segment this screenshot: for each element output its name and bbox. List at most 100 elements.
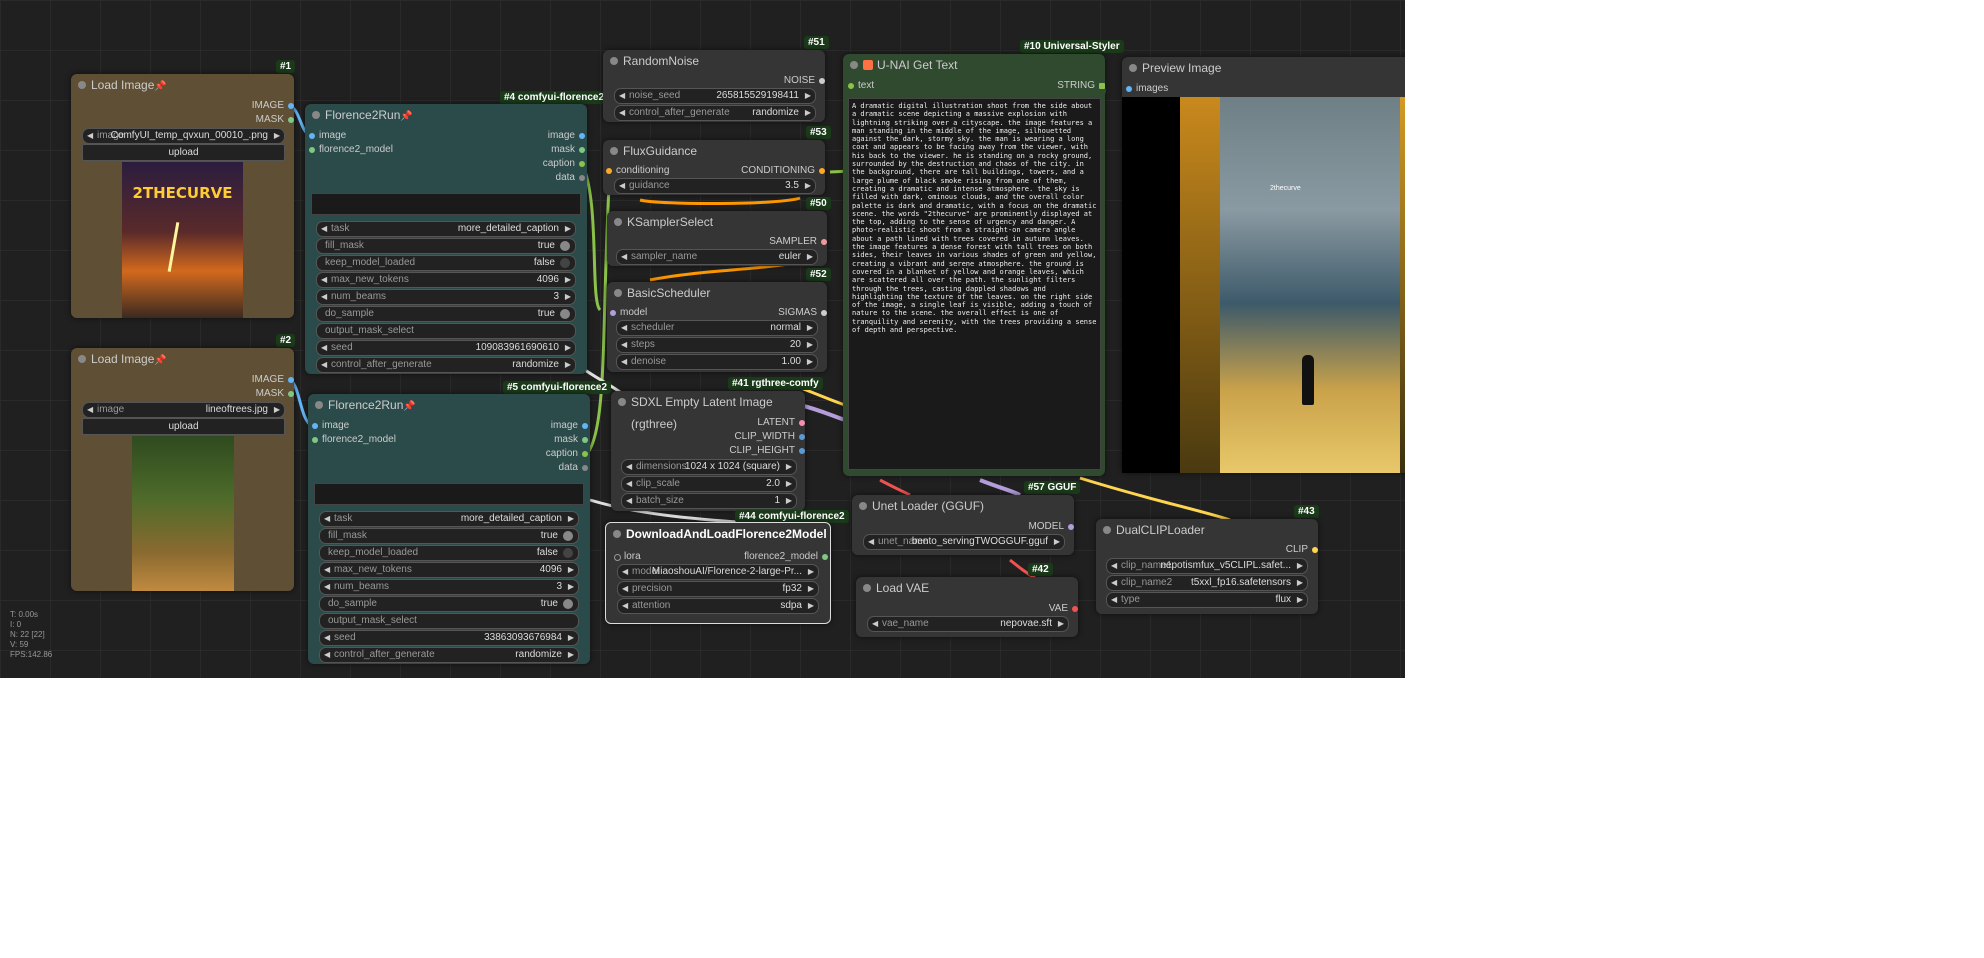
- sdxl-empty-latent-node[interactable]: SDXL Empty Latent Image (rgthree) LATENT…: [611, 391, 805, 511]
- flux-guidance-node[interactable]: FluxGuidance conditioning CONDITIONING ◀…: [603, 140, 825, 195]
- load-image-node-1[interactable]: Load Image📌 IMAGE MASK ◀ image ComfyUI_tem…: [71, 74, 294, 318]
- attention-select[interactable]: ◀ attention sdpa ▶: [617, 598, 819, 614]
- steps-stepper[interactable]: ◀ steps 20 ▶: [616, 337, 818, 353]
- upload-button[interactable]: upload: [82, 144, 285, 161]
- unai-get-text-node[interactable]: U-NAI Get Text text STRING A dramatic di…: [843, 54, 1105, 476]
- output-image[interactable]: IMAGE: [252, 373, 294, 387]
- output-image[interactable]: image: [551, 419, 588, 433]
- ksampler-select-node[interactable]: KSamplerSelect SAMPLER ◀ sampler_name eule…: [607, 211, 827, 266]
- input-lora[interactable]: lora: [614, 550, 641, 564]
- text-input-field[interactable]: [314, 483, 584, 505]
- denoise-stepper[interactable]: ◀ denoise 1.00 ▶: [616, 354, 818, 370]
- task-select[interactable]: ◀ task more_detailed_caption ▶: [316, 221, 576, 237]
- output-sigmas[interactable]: SIGMAS: [778, 306, 827, 320]
- output-image[interactable]: image: [548, 129, 585, 143]
- node-header[interactable]: Unet Loader (GGUF): [852, 495, 1074, 517]
- output-image[interactable]: IMAGE: [252, 99, 294, 113]
- collapse-dot-icon[interactable]: [614, 218, 622, 226]
- text-input-field[interactable]: [311, 193, 581, 215]
- collapse-dot-icon[interactable]: [312, 111, 320, 119]
- prompt-text-area[interactable]: A dramatic digital illustration shoot fr…: [848, 98, 1101, 470]
- input-image[interactable]: image: [309, 129, 346, 143]
- output-clip-height[interactable]: CLIP_HEIGHT: [729, 444, 805, 458]
- guidance-stepper[interactable]: ◀ guidance 3.5 ▶: [614, 178, 816, 194]
- output-clip-width[interactable]: CLIP_WIDTH: [734, 430, 805, 444]
- output-mask[interactable]: mask: [554, 433, 588, 447]
- type-select[interactable]: ◀ type flux ▶: [1106, 592, 1308, 608]
- upload-button[interactable]: upload: [82, 418, 285, 435]
- output-florence2-model[interactable]: florence2_model: [744, 550, 828, 564]
- output-caption[interactable]: caption: [543, 157, 585, 171]
- output-mask[interactable]: MASK: [256, 113, 294, 127]
- clip-name1-select[interactable]: ◀ clip_name1 nepotismfux_v5CLIPL.safet... ▶: [1106, 558, 1308, 574]
- input-images[interactable]: images: [1126, 82, 1168, 96]
- dimensions-select[interactable]: ◀ dimensions 1024 x 1024 (square) ▶: [621, 459, 797, 475]
- collapse-dot-icon[interactable]: [863, 584, 871, 592]
- unet-loader-node[interactable]: Unet Loader (GGUF) MODEL ◀ unet_name bento…: [852, 495, 1074, 555]
- output-mask[interactable]: MASK: [256, 387, 294, 401]
- collapse-dot-icon[interactable]: [78, 355, 86, 363]
- output-conditioning[interactable]: CONDITIONING: [741, 164, 825, 178]
- collapse-dot-icon[interactable]: [610, 147, 618, 155]
- node-header[interactable]: Load Image📌: [71, 74, 294, 96]
- precision-select[interactable]: ◀ precision fp32 ▶: [617, 581, 819, 597]
- node-header[interactable]: BasicScheduler: [607, 282, 827, 304]
- output-clip[interactable]: CLIP: [1286, 543, 1318, 557]
- scheduler-select[interactable]: ◀ scheduler normal ▶: [616, 320, 818, 336]
- image-select[interactable]: ◀ image lineoftrees.jpg ▶: [82, 402, 285, 418]
- preview-image-node[interactable]: Preview Image images 2thecurve: [1122, 57, 1405, 473]
- florence2run-node-4[interactable]: Florence2Run📌 image florence2_model imag…: [305, 104, 587, 374]
- output-model[interactable]: MODEL: [1028, 520, 1074, 534]
- output-vae[interactable]: VAE: [1049, 602, 1078, 616]
- input-image[interactable]: image: [312, 419, 349, 433]
- batch-size-stepper[interactable]: ◀ batch_size 1 ▶: [621, 493, 797, 509]
- dual-clip-loader-node[interactable]: DualCLIPLoader CLIP ◀ clip_name1 nepotismf…: [1096, 519, 1318, 614]
- clip-name2-select[interactable]: ◀ clip_name2 t5xxl_fp16.safetensors ▶: [1106, 575, 1308, 591]
- seed-stepper[interactable]: ◀ seed 33863093676984 ▶: [319, 630, 579, 646]
- collapse-dot-icon[interactable]: [1103, 526, 1111, 534]
- node-header[interactable]: Florence2Run📌: [308, 394, 590, 416]
- image-select[interactable]: ◀ image ComfyUI_temp_qvxun_00010_.png ▶: [82, 128, 285, 144]
- node-header[interactable]: DownloadAndLoadFlorence2Model: [606, 523, 830, 545]
- collapse-dot-icon[interactable]: [1129, 64, 1137, 72]
- clip-scale-stepper[interactable]: ◀ clip_scale 2.0 ▶: [621, 476, 797, 492]
- node-header[interactable]: Florence2Run📌: [305, 104, 587, 126]
- florence2run-node-5[interactable]: Florence2Run📌 image florence2_model imag…: [308, 394, 590, 664]
- load-image-node-2[interactable]: Load Image📌 IMAGE MASK ◀ image lineoftrees…: [71, 348, 294, 591]
- num-beams-stepper[interactable]: ◀ num_beams 3 ▶: [316, 289, 576, 305]
- output-mask-select-field[interactable]: output_mask_select: [316, 323, 576, 339]
- input-model[interactable]: model: [610, 306, 647, 320]
- download-florence2-model-node[interactable]: DownloadAndLoadFlorence2Model lora flore…: [605, 522, 831, 624]
- output-latent[interactable]: LATENT: [757, 416, 805, 430]
- output-string[interactable]: STRING: [1057, 79, 1105, 93]
- noise-seed-stepper[interactable]: ◀ noise_seed 265815529198411 ▶: [614, 88, 816, 104]
- output-mask-select-field[interactable]: output_mask_select: [319, 613, 579, 629]
- control-after-generate-select[interactable]: ◀ control_after_generate randomize ▶: [316, 357, 576, 373]
- input-florence2-model[interactable]: florence2_model: [309, 143, 393, 157]
- node-header[interactable]: Load Image📌: [71, 348, 294, 370]
- collapse-dot-icon[interactable]: [610, 57, 618, 65]
- output-caption[interactable]: caption: [546, 447, 588, 461]
- collapse-dot-icon[interactable]: [859, 502, 867, 510]
- task-select[interactable]: ◀ task more_detailed_caption ▶: [319, 511, 579, 527]
- node-header[interactable]: RandomNoise: [603, 50, 825, 72]
- node-header[interactable]: SDXL Empty Latent Image (rgthree): [611, 391, 805, 431]
- max-new-tokens-stepper[interactable]: ◀ max_new_tokens 4096 ▶: [316, 272, 576, 288]
- node-header[interactable]: KSamplerSelect: [607, 211, 827, 233]
- node-header[interactable]: DualCLIPLoader: [1096, 519, 1318, 541]
- keep-model-loaded-toggle[interactable]: keep_model_loaded false: [316, 255, 576, 271]
- control-after-generate-select[interactable]: ◀ control_after_generate randomize ▶: [614, 105, 816, 121]
- collapse-dot-icon[interactable]: [613, 530, 621, 538]
- keep-model-loaded-toggle[interactable]: keep_model_loaded false: [319, 545, 579, 561]
- node-header[interactable]: Load VAE: [856, 577, 1078, 599]
- node-header[interactable]: U-NAI Get Text: [843, 54, 1105, 76]
- fill-mask-toggle[interactable]: fill_mask true: [316, 238, 576, 254]
- do-sample-toggle[interactable]: do_sample true: [316, 306, 576, 322]
- input-florence2-model[interactable]: florence2_model: [312, 433, 396, 447]
- output-data[interactable]: data: [556, 171, 585, 185]
- fill-mask-toggle[interactable]: fill_mask true: [319, 528, 579, 544]
- node-graph-canvas[interactable]: #1 Load Image📌 IMAGE MASK ◀ image ComfyUI_…: [0, 0, 1405, 678]
- unet-name-select[interactable]: ◀ unet_name bento_servingTWOGGUF.gguf ▶: [863, 534, 1065, 550]
- collapse-dot-icon[interactable]: [614, 289, 622, 297]
- output-sampler[interactable]: SAMPLER: [769, 235, 827, 249]
